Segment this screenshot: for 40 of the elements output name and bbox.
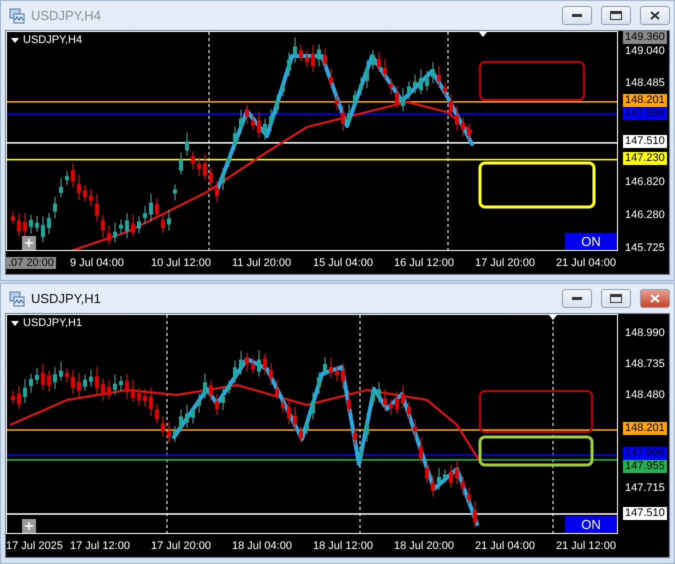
price-axis-label: 146.820 — [624, 176, 666, 190]
time-axis-label: 21 Jul 04:00 — [556, 256, 617, 268]
time-axis-label: 11 Jul 20:00 — [232, 256, 292, 268]
time-axis-label: 16 Jul 12:00 — [394, 256, 455, 268]
price-level-label: 147.230 — [623, 152, 667, 166]
window-title: USDJPY,H4 — [31, 8, 102, 23]
price-level-label: 147.996 — [623, 447, 667, 460]
on-button[interactable]: ON — [565, 233, 617, 250]
time-axis-label: 21 Jul 04:00 — [475, 540, 536, 552]
on-button[interactable]: ON — [565, 516, 617, 533]
time-axis-label: 18 Jul 20:00 — [394, 540, 455, 552]
price-level-label: 147.510 — [623, 506, 667, 520]
symbol-label: USDJPY,H4 — [23, 34, 82, 46]
price-level-label: 147.955 — [623, 460, 667, 474]
time-axis-label: 17 Jul 20:00 — [475, 256, 536, 268]
time-axis-label: 9 Jul 04:00 — [70, 256, 125, 268]
time-axis-label: 17 Jul 20:00 — [151, 540, 212, 552]
time-axis-label: 17 Jul 12:00 — [70, 540, 131, 552]
time-axis-label: .07 20:00 — [6, 256, 57, 268]
price-axis-label: 148.735 — [624, 358, 666, 370]
time-axis-label: 10 Jul 12:00 — [151, 256, 212, 268]
price-axis-label: 147.715 — [624, 482, 666, 495]
time-axis-label: 21 Jul 12:00 — [556, 540, 617, 552]
price-axis-label: 149.360 — [623, 31, 667, 44]
time-axis-label: 15 Jul 04:00 — [313, 256, 374, 268]
price-level-label: 148.201 — [623, 94, 667, 108]
price-axis-label: 148.990 — [624, 326, 666, 340]
window-title: USDJPY,H1 — [31, 291, 102, 306]
price-level-label: 147.996 — [623, 107, 667, 120]
price-level-label: 148.201 — [623, 422, 667, 436]
price-axis-label: 146.280 — [624, 208, 666, 222]
symbol-label: USDJPY,H1 — [23, 317, 82, 329]
price-axis-label: 148.485 — [624, 77, 666, 90]
time-axis-label: 18 Jul 12:00 — [313, 540, 374, 552]
price-axis-label: 149.040 — [624, 44, 666, 58]
price-level-label: 147.510 — [623, 135, 667, 148]
price-axis-label: 148.480 — [624, 388, 666, 402]
time-axis-label: 17 Jul 2025 — [6, 540, 64, 552]
time-axis-label: 18 Jul 04:00 — [232, 540, 293, 552]
price-axis-label: 145.725 — [624, 242, 666, 254]
